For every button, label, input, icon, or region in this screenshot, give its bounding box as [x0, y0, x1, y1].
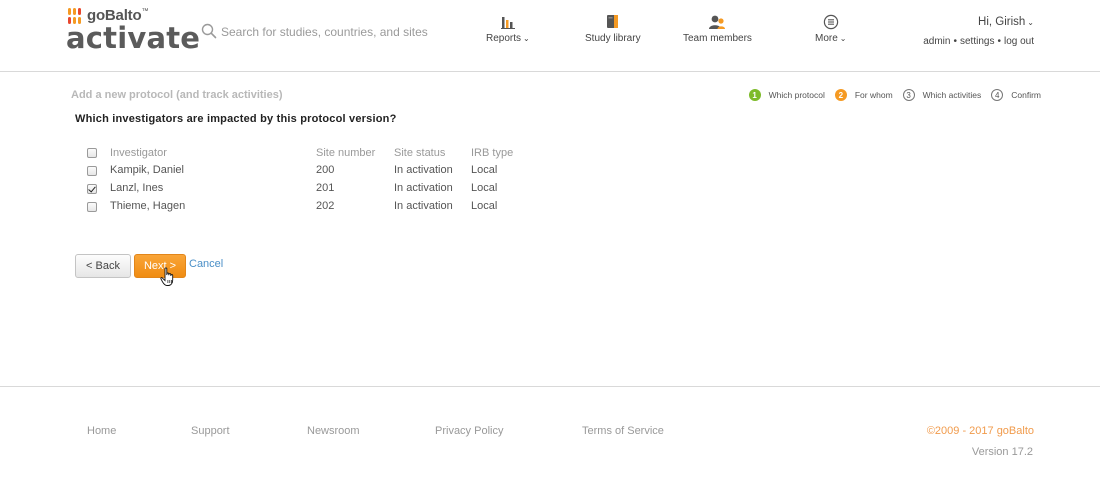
footer-link-home[interactable]: Home [87, 425, 116, 437]
column-header-investigator[interactable]: Investigator [110, 144, 316, 161]
irb-type-cell: Local [471, 182, 498, 194]
search-icon [201, 23, 217, 39]
bullet-separator: • [997, 36, 1001, 47]
nav-reports-label: Reports [486, 33, 522, 44]
gobalto-activate-logo[interactable]: goBalto™ activate [66, 6, 200, 58]
global-search [201, 22, 451, 42]
irb-type-cell: Local [471, 200, 498, 212]
user-menu: Hi, Girish ⌄ admin • settings • log out [923, 16, 1034, 47]
chevron-down-icon: ⌄ [523, 34, 530, 43]
site-number-cell: 201 [316, 182, 335, 194]
bar-chart-icon [500, 17, 515, 29]
bullet-separator: • [953, 36, 957, 47]
investigator-cell: Kampik, Daniel [110, 164, 184, 176]
step-which-protocol: 1 Which protocol [748, 89, 825, 101]
step-label: Confirm [1011, 90, 1041, 100]
footer-divider [0, 386, 1100, 387]
footer-link-terms-of-service[interactable]: Terms of Service [582, 425, 664, 437]
step-number-badge: 2 [834, 89, 847, 101]
column-header-site-number[interactable]: Site number [316, 144, 394, 161]
nav-team-members-label: Team members [683, 33, 752, 44]
logo-product-name: activate [66, 21, 201, 55]
table-row: Thieme, Hagen 202 In activation Local [84, 197, 531, 215]
site-number-cell: 202 [316, 200, 335, 212]
row-checkbox-cell [84, 197, 110, 215]
menu-circle-icon [823, 14, 838, 30]
site-number-cell: 200 [316, 164, 335, 176]
column-header-irb-type[interactable]: IRB type [471, 144, 531, 161]
investigators-table: Investigator Site number Site status IRB… [84, 144, 531, 215]
chevron-down-icon: ⌄ [1027, 18, 1034, 27]
row-checkbox[interactable] [87, 165, 97, 176]
step-number-badge: 3 [902, 89, 915, 101]
user-links: admin • settings • log out [923, 36, 1034, 47]
nav-more-label: More [815, 33, 838, 44]
step-number-badge: 1 [748, 89, 761, 101]
nav-team-members[interactable]: Team members [683, 14, 752, 44]
row-checkbox-cell [84, 179, 110, 197]
footer-link-privacy-policy[interactable]: Privacy Policy [435, 425, 503, 437]
nav-study-library-label: Study library [585, 33, 641, 44]
nav-study-library[interactable]: Study library [585, 14, 641, 44]
log-out-link[interactable]: log out [1004, 36, 1034, 47]
table-header-row: Investigator Site number Site status IRB… [84, 144, 531, 161]
irb-type-cell: Local [471, 164, 498, 176]
nav-reports[interactable]: Reports ⌄ [486, 14, 530, 44]
page-title: Add a new protocol (and track activities… [71, 89, 283, 101]
step-number-badge: 4 [991, 89, 1004, 101]
step-for-whom: 2 For whom [834, 89, 893, 101]
top-header: goBalto™ activate Reports⌄ Study library [0, 0, 1100, 72]
row-checkbox[interactable] [87, 201, 97, 212]
settings-link[interactable]: settings [960, 36, 994, 47]
user-greeting-dropdown[interactable]: Hi, Girish ⌄ [923, 16, 1034, 28]
nav-more[interactable]: More ⌄ [815, 14, 847, 44]
table-row: Kampik, Daniel 200 In activation Local [84, 161, 531, 179]
search-input[interactable] [221, 22, 451, 42]
site-status-cell: In activation [394, 200, 453, 212]
footer-link-support[interactable]: Support [191, 425, 230, 437]
step-label: Which protocol [768, 90, 825, 100]
admin-link[interactable]: admin [923, 36, 950, 47]
copyright-text: ©2009 - 2017 goBalto [926, 425, 1034, 437]
cancel-link[interactable]: Cancel [189, 258, 223, 270]
row-checkbox-cell [84, 161, 110, 179]
column-header-site-status[interactable]: Site status [394, 144, 471, 161]
book-icon [606, 15, 618, 28]
people-icon [709, 15, 726, 29]
site-status-cell: In activation [394, 182, 453, 194]
question-text: Which investigators are impacted by this… [75, 113, 397, 125]
row-checkbox[interactable] [87, 183, 97, 194]
wizard-steps: 1 Which protocol 2 For whom 3 Which acti… [739, 89, 1041, 101]
select-all-checkbox[interactable] [87, 148, 97, 158]
chevron-down-icon: ⌄ [839, 34, 847, 43]
select-all-cell [84, 144, 110, 161]
step-label: For whom [854, 90, 893, 100]
step-which-activities: 3 Which activities [902, 89, 982, 101]
site-status-cell: In activation [394, 164, 453, 176]
table-row: Lanzl, Ines 201 In activation Local [84, 179, 531, 197]
investigator-cell: Thieme, Hagen [110, 200, 186, 212]
step-confirm: 4 Confirm [991, 89, 1041, 101]
step-label: Which activities [922, 90, 982, 100]
hand-pointer-cursor-icon [160, 267, 174, 286]
investigator-cell: Lanzl, Ines [110, 182, 164, 194]
footer-link-newsroom[interactable]: Newsroom [307, 425, 360, 437]
version-text: Version 17.2 [971, 446, 1033, 458]
back-button[interactable]: < Back [75, 254, 131, 278]
